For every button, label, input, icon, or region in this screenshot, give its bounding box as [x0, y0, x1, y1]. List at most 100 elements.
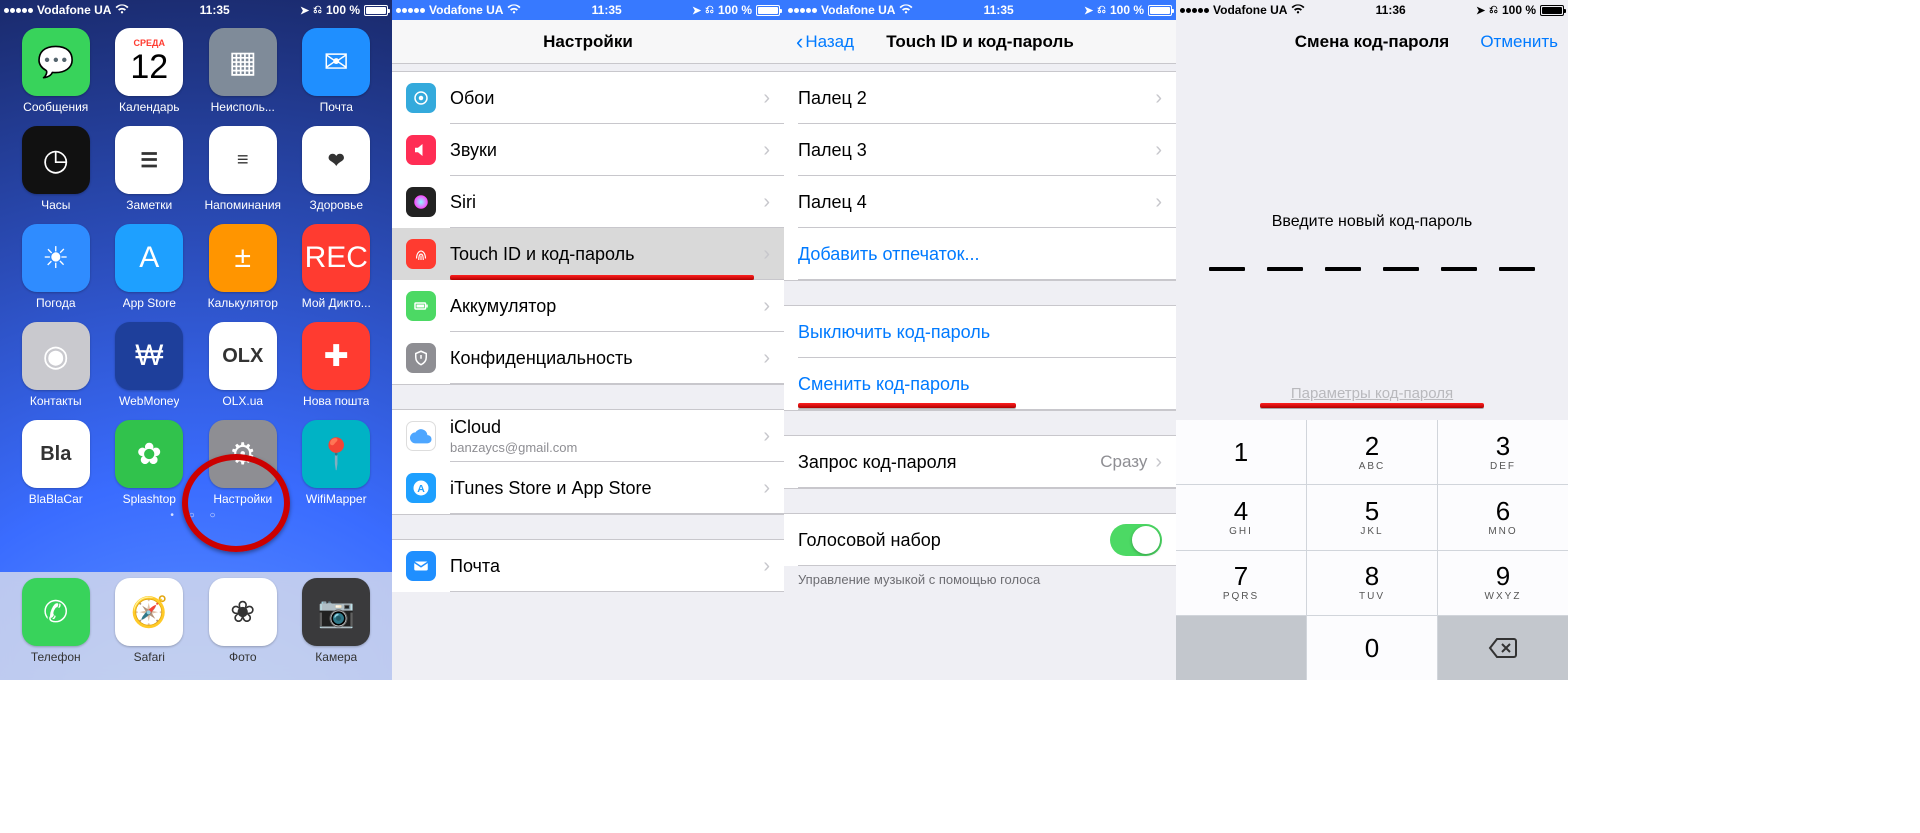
fingerprint-row[interactable]: Палец 3› [784, 124, 1176, 176]
app-Неисполь...[interactable]: ▦Неисполь... [199, 28, 287, 114]
keypad-key-7[interactable]: 7PQRS [1176, 551, 1306, 615]
keypad-key-0[interactable]: 0 [1307, 616, 1437, 680]
require-passcode-value: Сразу [1100, 452, 1147, 472]
app-Splashtop[interactable]: ✿Splashtop [106, 420, 194, 506]
chevron-right-icon: › [763, 347, 770, 370]
dock-app-Safari[interactable]: 🧭Safari [106, 578, 194, 680]
keypad-blank [1176, 616, 1306, 680]
app-Календарь[interactable]: СРЕДА12Календарь [106, 28, 194, 114]
screen-passcode: Vodafone UA 11:36 ➤ ⎌ 100 % Смена код-па… [1176, 0, 1568, 680]
app-Почта[interactable]: ✉Почта [293, 28, 381, 114]
app-icon: ≡ [209, 126, 277, 194]
keypad-key-5[interactable]: 5JKL [1307, 485, 1437, 549]
row-label: iCloudbanzaycs@gmail.com [450, 417, 763, 455]
app-label: Нова пошта [303, 394, 369, 408]
touchid-list: Палец 2›Палец 3›Палец 4› Добавить отпеча… [784, 64, 1176, 593]
turn-off-passcode-row[interactable]: Выключить код-пароль [784, 306, 1176, 358]
row-label: Siri [450, 192, 763, 213]
battery-pct: 100 % [1110, 3, 1144, 17]
app-icon: A [115, 224, 183, 292]
chevron-right-icon: › [763, 243, 770, 266]
change-passcode-row[interactable]: Сменить код-пароль [784, 358, 1176, 410]
privacy-icon [406, 343, 436, 373]
app-Заметки[interactable]: ☰Заметки [106, 126, 194, 212]
app-label: App Store [123, 296, 176, 310]
key-letters: MNO [1488, 526, 1517, 537]
app-label: Напоминания [204, 198, 281, 212]
app-WebMoney[interactable]: ₩WebMoney [106, 322, 194, 408]
app-icon: ☀ [22, 224, 90, 292]
app-Контакты[interactable]: ◉Контакты [12, 322, 100, 408]
app-label: WebMoney [119, 394, 179, 408]
app-label: BlaBlaCar [29, 492, 83, 506]
key-number: 7 [1234, 563, 1248, 589]
app-Сообщения[interactable]: 💬Сообщения [12, 28, 100, 114]
voice-dial-toggle[interactable] [1110, 524, 1162, 556]
key-number: 3 [1496, 433, 1510, 459]
status-bar: Vodafone UA 11:35 ➤ ⎌ 100 % [784, 0, 1176, 20]
settings-row-mail[interactable]: Почта› [392, 540, 784, 592]
settings-row-privacy[interactable]: Конфиденциальность› [392, 332, 784, 384]
screen-touchid: Vodafone UA 11:35 ➤ ⎌ 100 % ‹ Назад Touc… [784, 0, 1176, 680]
app-OLX.ua[interactable]: OLXOLX.ua [199, 322, 287, 408]
keypad-key-8[interactable]: 8TUV [1307, 551, 1437, 615]
app-label: Почта [320, 100, 353, 114]
app-WifiMapper[interactable]: 📍WifiMapper [293, 420, 381, 506]
settings-row-sounds[interactable]: Звуки› [392, 124, 784, 176]
dock-app-Камера[interactable]: 📷Камера [293, 578, 381, 680]
app-label: WifiMapper [306, 492, 367, 506]
keypad-key-3[interactable]: 3DEF [1438, 420, 1568, 484]
app-Мой Дикто...[interactable]: RECМой Дикто... [293, 224, 381, 310]
app-Здоровье[interactable]: ❤Здоровье [293, 126, 381, 212]
keypad-key-6[interactable]: 6MNO [1438, 485, 1568, 549]
fingerprint-row[interactable]: Палец 2› [784, 72, 1176, 124]
key-number: 9 [1496, 563, 1510, 589]
settings-row-icloud[interactable]: iCloudbanzaycs@gmail.com› [392, 410, 784, 462]
app-icon: Bla [22, 420, 90, 488]
app-Нова пошта[interactable]: ✚Нова пошта [293, 322, 381, 408]
app-label: Splashtop [123, 492, 176, 506]
keypad-key-4[interactable]: 4GHI [1176, 485, 1306, 549]
dock-app-Телефон[interactable]: ✆Телефон [12, 578, 100, 680]
turn-off-passcode-label: Выключить код-пароль [798, 322, 1162, 343]
require-passcode-row[interactable]: Запрос код-пароля Сразу › [784, 436, 1176, 488]
app-Часы[interactable]: ◷Часы [12, 126, 100, 212]
keypad-key-1[interactable]: 1 [1176, 420, 1306, 484]
carrier-label: Vodafone UA [1213, 3, 1287, 17]
settings-row-appstore[interactable]: AiTunes Store и App Store› [392, 462, 784, 514]
add-fingerprint-row[interactable]: Добавить отпечаток... [784, 228, 1176, 280]
app-Погода[interactable]: ☀Погода [12, 224, 100, 310]
touchid-icon [406, 239, 436, 269]
settings-row-siri[interactable]: Siri› [392, 176, 784, 228]
clock: 11:35 [521, 3, 691, 17]
back-button[interactable]: ‹ Назад [790, 20, 860, 63]
keypad-key-9[interactable]: 9WXYZ [1438, 551, 1568, 615]
chevron-right-icon: › [1155, 139, 1162, 162]
home-grid: 💬СообщенияСРЕДА12Календарь▦Неисполь...✉П… [0, 20, 392, 506]
app-Напоминания[interactable]: ≡ Напоминания [199, 126, 287, 212]
settings-row-wallpaper[interactable]: Обои› [392, 72, 784, 124]
app-icon: ❀ [209, 578, 277, 646]
settings-row-battery[interactable]: Аккумулятор› [392, 280, 784, 332]
app-icon: 📷 [302, 578, 370, 646]
key-letters: GHI [1229, 526, 1253, 537]
app-icon: ◷ [22, 126, 90, 194]
fingerprint-row[interactable]: Палец 4› [784, 176, 1176, 228]
keypad-key-2[interactable]: 2ABC [1307, 420, 1437, 484]
voice-dial-row[interactable]: Голосовой набор [784, 514, 1176, 566]
chevron-left-icon: ‹ [796, 31, 803, 53]
app-icon: ☰ [115, 126, 183, 194]
cancel-button[interactable]: Отменить [1480, 20, 1558, 64]
app-BlaBlaCar[interactable]: Bla BlaBlaCar [12, 420, 100, 506]
dock-app-Фото[interactable]: ❀Фото [199, 578, 287, 680]
settings-row-touchid[interactable]: Touch ID и код-пароль› [392, 228, 784, 280]
battery-pct: 100 % [326, 3, 360, 17]
app-Калькулятор[interactable]: ±Калькулятор [199, 224, 287, 310]
keypad-delete[interactable] [1438, 616, 1568, 680]
page-title: Смена код-пароля [1295, 32, 1449, 52]
passcode-options-link[interactable]: Параметры код-пароля [1291, 385, 1453, 402]
app-App Store[interactable]: A App Store [106, 224, 194, 310]
navbar: Настройки [392, 20, 784, 64]
settings-list: Обои›Звуки›Siri›Touch ID и код-пароль›Ак… [392, 64, 784, 592]
carrier-label: Vodafone UA [37, 3, 111, 17]
